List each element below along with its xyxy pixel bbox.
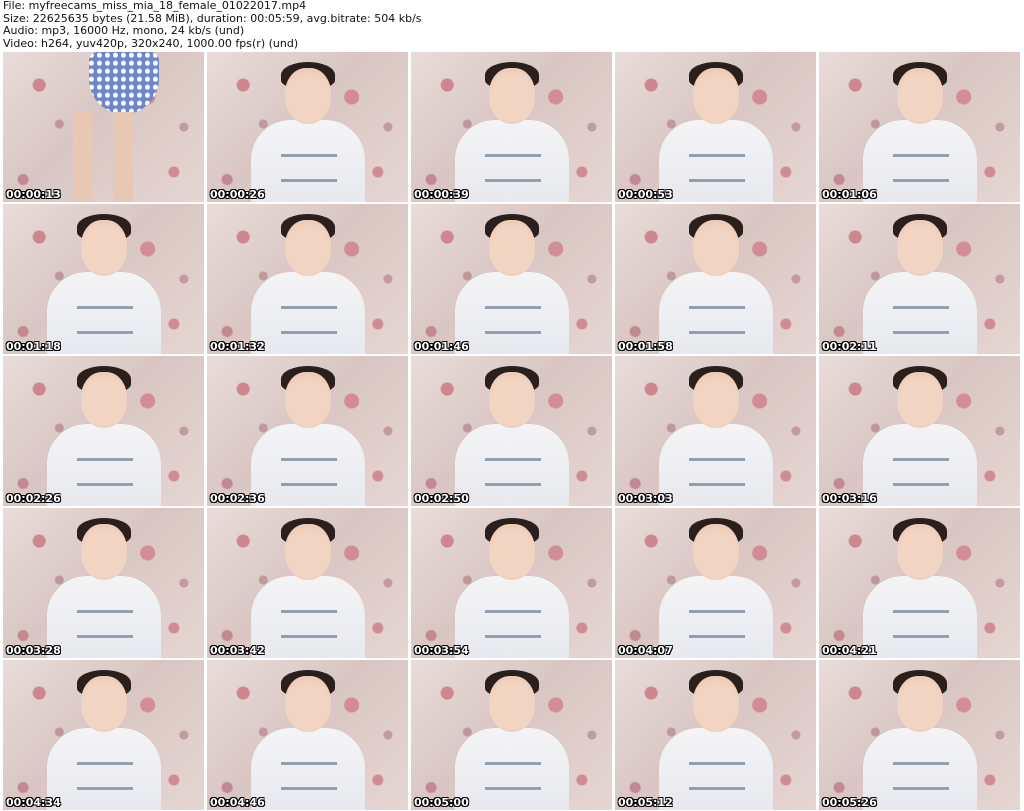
thumbnail: 00:01:32 <box>207 204 408 354</box>
thumbnail: 00:00:53 <box>615 52 816 202</box>
frame-image <box>39 214 169 354</box>
timestamp-label: 00:02:50 <box>414 492 469 505</box>
frame-image <box>447 214 577 354</box>
timestamp-label: 00:03:03 <box>618 492 673 505</box>
file-info-header: File: myfreecams_miss_mia_18_female_0102… <box>0 0 1024 52</box>
frame-image <box>447 62 577 202</box>
frame-image <box>447 366 577 506</box>
frame-image <box>447 670 577 810</box>
timestamp-label: 00:01:06 <box>822 188 877 201</box>
timestamp-label: 00:03:54 <box>414 644 469 657</box>
timestamp-label: 00:02:26 <box>6 492 61 505</box>
thumbnail: 00:04:34 <box>3 660 204 810</box>
timestamp-label: 00:01:18 <box>6 340 61 353</box>
frame-image <box>651 518 781 658</box>
timestamp-label: 00:04:34 <box>6 796 61 809</box>
thumbnail: 00:00:39 <box>411 52 612 202</box>
timestamp-label: 00:04:07 <box>618 644 673 657</box>
audio-info-line: Audio: mp3, 16000 Hz, mono, 24 kb/s (und… <box>3 24 245 37</box>
timestamp-label: 00:03:28 <box>6 644 61 657</box>
frame-image <box>243 214 373 354</box>
frame-image <box>855 366 985 506</box>
frame-image <box>39 518 169 658</box>
timestamp-label: 00:01:58 <box>618 340 673 353</box>
timestamp-label: 00:00:39 <box>414 188 469 201</box>
thumbnail: 00:04:07 <box>615 508 816 658</box>
timestamp-label: 00:05:26 <box>822 796 877 809</box>
thumbnail: 00:02:36 <box>207 356 408 506</box>
timestamp-label: 00:01:46 <box>414 340 469 353</box>
thumbnail: 00:00:26 <box>207 52 408 202</box>
frame-image <box>651 670 781 810</box>
thumbnail: 00:03:54 <box>411 508 612 658</box>
thumbnail: 00:01:58 <box>615 204 816 354</box>
thumbnail: 00:01:06 <box>819 52 1020 202</box>
thumbnail: 00:02:50 <box>411 356 612 506</box>
timestamp-label: 00:00:13 <box>6 188 61 201</box>
timestamp-label: 00:05:12 <box>618 796 673 809</box>
timestamp-label: 00:03:42 <box>210 644 265 657</box>
thumbnail: 00:05:12 <box>615 660 816 810</box>
thumbnail: 00:03:28 <box>3 508 204 658</box>
thumbnail: 00:04:46 <box>207 660 408 810</box>
thumbnail: 00:02:26 <box>3 356 204 506</box>
timestamp-label: 00:05:00 <box>414 796 469 809</box>
video-info-line: Video: h264, yuv420p, 320x240, 1000.00 f… <box>3 36 299 50</box>
thumbnail: 00:05:26 <box>819 660 1020 810</box>
timestamp-label: 00:02:11 <box>822 340 877 353</box>
timestamp-label: 00:00:53 <box>618 188 673 201</box>
frame-image <box>651 366 781 506</box>
thumbnail: 00:05:00 <box>411 660 612 810</box>
frame-image <box>651 214 781 354</box>
timestamp-label: 00:01:32 <box>210 340 265 353</box>
frame-image <box>243 670 373 810</box>
frame-image <box>855 214 985 354</box>
thumbnail: 00:03:16 <box>819 356 1020 506</box>
thumbnail-grid: 00:00:13 00:00:26 00:00:39 00:00:53 00:0… <box>0 52 1024 811</box>
thumbnail: 00:01:18 <box>3 204 204 354</box>
timestamp-label: 00:04:21 <box>822 644 877 657</box>
frame-image <box>855 518 985 658</box>
frame-image <box>243 62 373 202</box>
frame-image <box>447 518 577 658</box>
frame-image <box>651 62 781 202</box>
thumbnail: 00:01:46 <box>411 204 612 354</box>
frame-image <box>89 52 159 114</box>
thumbnail: 00:04:21 <box>819 508 1020 658</box>
frame-image <box>39 366 169 506</box>
frame-image <box>243 518 373 658</box>
thumbnail: 00:03:03 <box>615 356 816 506</box>
timestamp-label: 00:04:46 <box>210 796 265 809</box>
frame-image <box>243 366 373 506</box>
frame-image <box>855 62 985 202</box>
timestamp-label: 00:03:16 <box>822 492 877 505</box>
timestamp-label: 00:02:36 <box>210 492 265 505</box>
file-name-line: File: myfreecams_miss_mia_18_female_0102… <box>3 0 307 12</box>
thumbnail: 00:00:13 <box>3 52 204 202</box>
timestamp-label: 00:00:26 <box>210 188 265 201</box>
frame-image <box>39 670 169 810</box>
frame-image <box>855 670 985 810</box>
thumbnail: 00:02:11 <box>819 204 1020 354</box>
thumbnail: 00:03:42 <box>207 508 408 658</box>
